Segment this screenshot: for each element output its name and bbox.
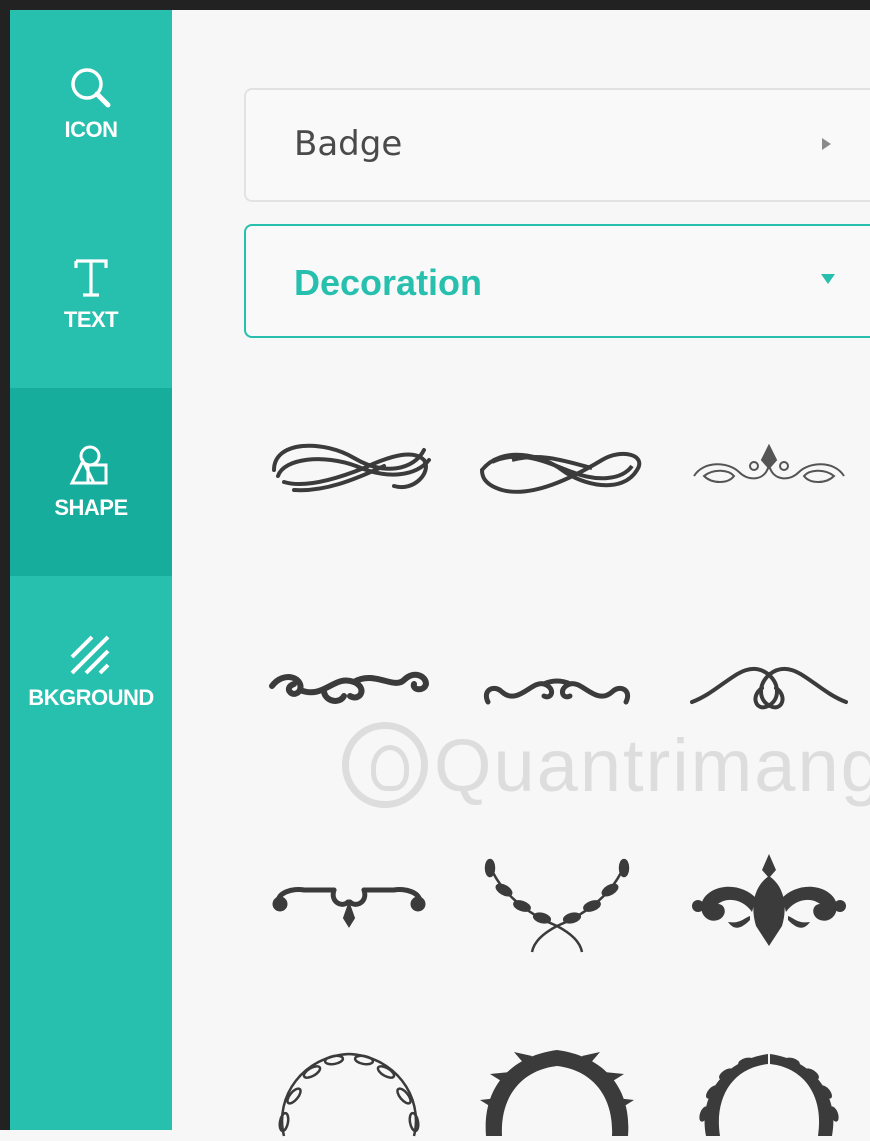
decoration-scroll-crown-flourish[interactable] (684, 410, 854, 520)
caret-right-icon (820, 136, 834, 152)
decoration-leaf-wreath-outline[interactable] (264, 1036, 434, 1137)
category-badge[interactable]: Badge (244, 88, 870, 202)
decoration-wheat-wreath[interactable] (684, 1036, 854, 1136)
stripes-icon (68, 633, 114, 679)
window-frame-left (0, 0, 10, 1130)
watermark-text: Quantrimang (434, 723, 870, 807)
sidebar-item-label: BKGROUND (28, 685, 154, 710)
sidebar-item-text[interactable]: TEXT (10, 200, 172, 388)
window-frame-top (0, 0, 870, 10)
watermark: Quantrimang (342, 700, 870, 830)
text-t-icon (68, 255, 114, 301)
caret-down-icon (820, 272, 835, 288)
search-icon (68, 65, 114, 111)
shapes-icon (68, 443, 114, 489)
sidebar-item-bkground[interactable]: BKGROUND (10, 578, 172, 766)
decoration-ornate-damask-ornament[interactable] (684, 846, 854, 956)
decoration-laurel-branch-divider[interactable] (472, 846, 642, 956)
sidebar-item-label: SHAPE (54, 495, 128, 520)
sidebar-item-icon[interactable]: ICON (10, 10, 172, 198)
decoration-swoosh-flourish[interactable] (264, 410, 434, 520)
decoration-bracket-scroll-divider[interactable] (264, 846, 434, 956)
sidebar: ICON TEXT SHAPE BKGROUND (10, 10, 172, 1130)
category-decoration[interactable]: Decoration (244, 224, 870, 338)
shape-panel: Badge Decoration Quantrimang (172, 10, 870, 1137)
category-label: Badge (294, 124, 403, 164)
decoration-laurel-wreath-filled[interactable] (472, 1036, 642, 1136)
decoration-twisted-ribbon-flourish[interactable] (472, 410, 642, 520)
lightbulb-logo-icon (342, 722, 428, 808)
sidebar-item-label: ICON (64, 117, 119, 142)
category-label: Decoration (294, 262, 483, 303)
sidebar-item-shape[interactable]: SHAPE (10, 388, 172, 576)
sidebar-item-label: TEXT (63, 307, 119, 332)
